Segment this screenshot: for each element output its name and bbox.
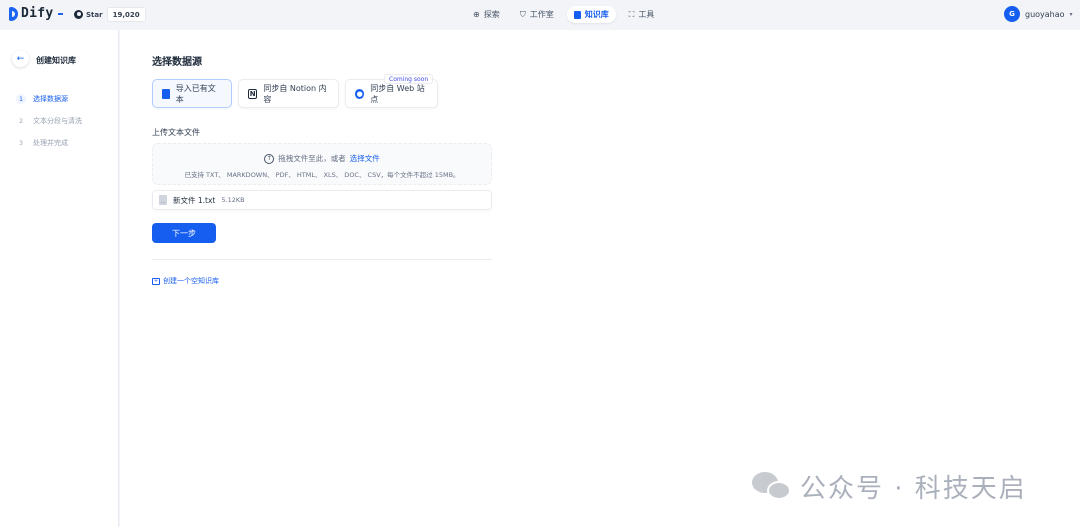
watermark-text: 公众号 · 科技天启 bbox=[800, 474, 1027, 504]
step-process-finish: 3 处理并完成 bbox=[16, 138, 68, 148]
top-bar: Dify Star 19,020 ⊕ 探索 ⛉ 工作室 知识库 ⛶ 工具 G g… bbox=[0, 0, 1080, 30]
arrow-left-icon: ← bbox=[16, 53, 25, 64]
dify-logo-icon bbox=[9, 6, 18, 21]
page-title: 选择数据源 bbox=[152, 57, 202, 68]
source-label: 导入已有文本 bbox=[175, 83, 216, 104]
wechat-icon bbox=[752, 471, 792, 502]
sidebar-title: 创建知识库 bbox=[36, 56, 76, 65]
user-menu[interactable]: G guoyahao ▾ bbox=[1004, 6, 1073, 22]
github-star-count[interactable]: 19,020 bbox=[106, 7, 146, 22]
step-number: 1 bbox=[16, 94, 26, 104]
step-segment-clean: 2 文本分段与清洗 bbox=[16, 116, 82, 126]
nav-explore-label: 探索 bbox=[483, 10, 500, 19]
file-name: 新文件 1.txt bbox=[173, 195, 216, 205]
source-label: 同步自 Notion 内容 bbox=[263, 83, 327, 104]
user-name: guoyahao bbox=[1025, 9, 1065, 19]
github-icon bbox=[74, 10, 83, 19]
nav-tools[interactable]: ⛶ 工具 bbox=[622, 6, 662, 23]
step-number: 3 bbox=[19, 139, 23, 147]
upload-icon: ↑ bbox=[264, 153, 275, 164]
folder-plus-icon: + bbox=[152, 277, 160, 285]
source-notion[interactable]: N 同步自 Notion 内容 bbox=[238, 79, 339, 108]
nav-knowledge-label: 知识库 bbox=[584, 10, 609, 19]
file-icon bbox=[162, 88, 170, 99]
txt-file-icon: ··· bbox=[159, 195, 167, 205]
shield-icon: ⛉ bbox=[519, 9, 526, 19]
notion-icon: N bbox=[248, 88, 258, 99]
source-label: 同步自 Web 站点 bbox=[370, 83, 425, 104]
logo-text: Dify bbox=[21, 6, 54, 21]
avatar: G bbox=[1004, 6, 1020, 22]
source-import-text[interactable]: 导入已有文本 bbox=[152, 79, 232, 108]
github-star-widget[interactable]: Star 19,020 bbox=[70, 7, 146, 22]
step-select-source: 1 选择数据源 bbox=[16, 94, 68, 104]
compass-icon: ⊕ bbox=[473, 9, 480, 19]
sidebar: ← 创建知识库 1 选择数据源 2 文本分段与清洗 3 处理并完成 bbox=[0, 30, 119, 527]
upload-label: 上传文本文件 bbox=[152, 128, 200, 137]
coming-soon-badge: Coming soon bbox=[384, 74, 434, 84]
github-star-button[interactable]: Star bbox=[70, 7, 107, 22]
dify-logo[interactable]: Dify bbox=[9, 6, 63, 21]
dropzone-text: 拖拽文件至此，或者 bbox=[278, 154, 346, 163]
nav-knowledge[interactable]: 知识库 bbox=[566, 6, 616, 23]
nav-studio[interactable]: ⛉ 工作室 bbox=[513, 6, 561, 23]
book-icon bbox=[573, 10, 581, 19]
step-label: 文本分段与清洗 bbox=[33, 117, 82, 125]
chevron-down-icon: ▾ bbox=[1069, 10, 1073, 18]
github-star-label: Star bbox=[86, 10, 103, 19]
select-file-link[interactable]: 选择文件 bbox=[350, 153, 380, 164]
step-label: 选择数据源 bbox=[33, 95, 68, 103]
create-empty-knowledge-link[interactable]: + 创建一个空知识库 bbox=[152, 276, 219, 286]
nav-studio-label: 工作室 bbox=[529, 10, 554, 19]
watermark: 公众号 · 科技天启 bbox=[752, 468, 1027, 505]
toolbox-icon: ⛶ bbox=[628, 9, 635, 19]
dropzone-hint: 已支持 TXT、 MARKDOWN、 PDF、 HTML、 XLS、 DOC、 … bbox=[184, 171, 460, 179]
globe-icon: ● bbox=[355, 88, 365, 99]
next-step-button[interactable]: 下一步 bbox=[152, 223, 216, 243]
main-nav: ⊕ 探索 ⛉ 工作室 知识库 ⛶ 工具 bbox=[466, 6, 661, 23]
divider bbox=[152, 259, 492, 260]
nav-tools-label: 工具 bbox=[638, 10, 655, 19]
uploaded-file-item[interactable]: ··· 新文件 1.txt 5.12KB bbox=[152, 190, 492, 210]
logo-underscore bbox=[57, 12, 63, 15]
file-size: 5.12KB bbox=[221, 196, 245, 204]
dropzone-prompt: ↑ 拖拽文件至此，或者 选择文件 bbox=[153, 153, 491, 164]
step-number: 2 bbox=[19, 117, 23, 125]
step-label: 处理并完成 bbox=[33, 139, 68, 147]
file-dropzone[interactable]: ↑ 拖拽文件至此，或者 选择文件 已支持 TXT、 MARKDOWN、 PDF、… bbox=[152, 143, 492, 185]
nav-explore[interactable]: ⊕ 探索 bbox=[466, 6, 507, 23]
create-empty-label: 创建一个空知识库 bbox=[163, 277, 219, 285]
back-button[interactable]: ← bbox=[12, 50, 29, 67]
main-panel: 选择数据源 导入已有文本 N 同步自 Notion 内容 ● 同步自 Web 站… bbox=[120, 30, 1080, 527]
